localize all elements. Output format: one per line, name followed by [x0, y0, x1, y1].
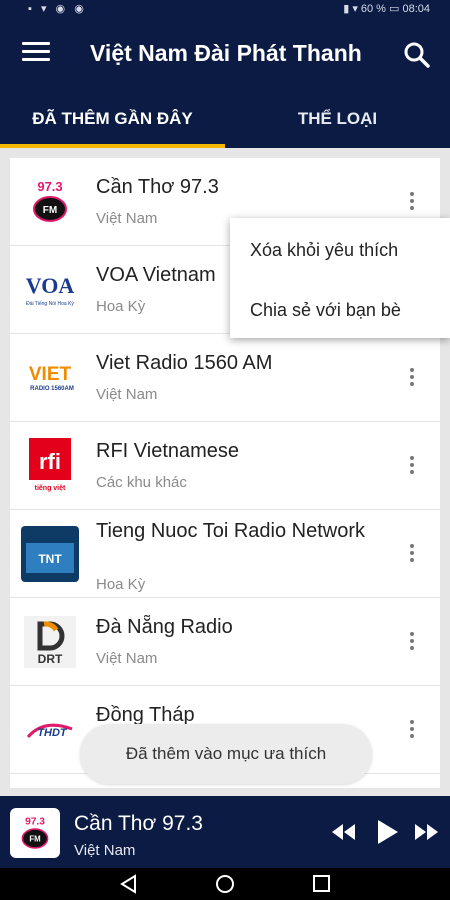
remove-favorite-menu-item[interactable]: Xóa khỏi yêu thích — [250, 240, 398, 261]
more-options-icon[interactable] — [404, 720, 420, 742]
app-bar: Việt Nam Đài Phát Thanh ĐÃ THÊM GẦN ĐÂY … — [0, 18, 450, 148]
logo-text: 97.3 — [37, 179, 62, 194]
station-name: Viet Radio 1560 AM — [96, 352, 273, 374]
app-title: Việt Nam Đài Phát Thanh — [90, 40, 362, 66]
more-options-icon[interactable] — [404, 544, 420, 566]
share-menu-item[interactable]: Chia sẻ với bạn bè — [250, 300, 401, 321]
status-left-icons: ▪ ▾ ◉ ◉ — [28, 3, 87, 15]
more-options-icon[interactable] — [404, 192, 420, 214]
mini-player[interactable]: 97.3 FM Cần Thơ 97.3 Việt Nam — [0, 796, 450, 868]
logo-text: THDT — [37, 727, 68, 739]
station-name: Tieng Nuoc Toi Radio Network — [96, 520, 366, 542]
logo-sub: tiếng việt — [35, 484, 66, 492]
system-nav-bar — [0, 868, 450, 900]
station-name: Cần Thơ 97.3 — [96, 176, 219, 198]
rfi-logo: rfi tiếng việt — [20, 436, 80, 496]
tab-bar: ĐÃ THÊM GẦN ĐÂY THỂ LOẠI — [0, 98, 450, 148]
can-tho-fm-logo: 97.3 FM — [20, 172, 80, 232]
player-title: Cần Thơ 97.3 — [74, 812, 203, 835]
status-bar: ▪ ▾ ◉ ◉ ▮ ▾ 60 % ▭ 08:04 — [0, 0, 450, 18]
station-country: Các khu khác — [96, 474, 187, 491]
active-tab-indicator — [0, 144, 225, 148]
logo-sub: Đài Tiếng Nói Hoa Kỳ — [26, 301, 74, 307]
station-country: Việt Nam — [96, 210, 158, 227]
logo-text: VOA — [26, 273, 75, 298]
logo-text: 97.3 — [25, 816, 45, 827]
drt-logo: DRT — [20, 612, 80, 672]
status-right-info: ▮ ▾ 60 % ▭ 08:04 — [343, 3, 430, 15]
rewind-icon[interactable] — [330, 818, 358, 846]
station-name: Đà Nẵng Radio — [96, 616, 233, 638]
logo-text: DRT — [38, 652, 63, 666]
station-country: Việt Nam — [96, 650, 158, 667]
logo-text: VIET — [29, 364, 72, 385]
more-options-icon[interactable] — [404, 368, 420, 390]
menu-icon[interactable] — [22, 42, 50, 64]
logo-text: TNT — [38, 552, 62, 566]
back-icon[interactable] — [118, 874, 140, 894]
station-row[interactable]: TNT Tieng Nuoc Toi Radio Network Hoa Kỳ — [10, 510, 440, 598]
context-menu: Xóa khỏi yêu thích Chia sẻ với bạn bè — [230, 218, 450, 338]
station-country: Hoa Kỳ — [96, 576, 146, 593]
fast-forward-icon[interactable] — [412, 818, 440, 846]
station-country: Hoa Kỳ — [96, 298, 146, 315]
tab-recently-added[interactable]: ĐÃ THÊM GẦN ĐÂY — [0, 98, 225, 148]
player-subtitle: Việt Nam — [74, 842, 136, 859]
station-row[interactable]: rfi tiếng việt RFI Vietnamese Các khu kh… — [10, 422, 440, 510]
station-row[interactable]: VIET RADIO 1560AM Viet Radio 1560 AM Việ… — [10, 334, 440, 422]
play-icon[interactable] — [374, 818, 400, 846]
tnt-logo: TNT — [20, 524, 80, 584]
search-icon[interactable] — [402, 40, 432, 70]
more-options-icon[interactable] — [404, 632, 420, 654]
voa-logo: VOA Đài Tiếng Nói Hoa Kỳ — [20, 260, 80, 320]
station-name: VOA Vietnam — [96, 264, 216, 286]
station-row[interactable]: DRT Đà Nẵng Radio Việt Nam — [10, 598, 440, 686]
logo-sub: FM — [29, 835, 41, 844]
toast-message: Đã thêm vào mục ưa thích — [80, 724, 372, 784]
station-country: Việt Nam — [96, 386, 158, 403]
logo-text: rfi — [39, 449, 61, 474]
home-icon[interactable] — [214, 874, 236, 894]
player-station-logo: 97.3 FM — [10, 808, 60, 858]
dong-thap-logo: THDT — [20, 700, 80, 760]
logo-sub: RADIO 1560AM — [30, 386, 74, 392]
station-name: RFI Vietnamese — [96, 440, 240, 462]
logo-sub: FM — [43, 205, 57, 216]
recents-icon[interactable] — [310, 874, 332, 894]
more-options-icon[interactable] — [404, 456, 420, 478]
tab-categories[interactable]: THỂ LOẠI — [225, 98, 450, 148]
viet-radio-logo: VIET RADIO 1560AM — [20, 348, 80, 408]
